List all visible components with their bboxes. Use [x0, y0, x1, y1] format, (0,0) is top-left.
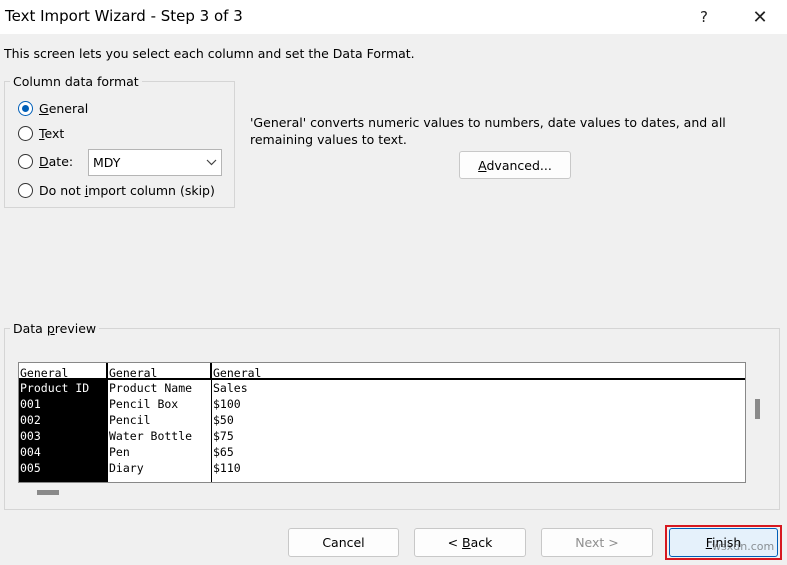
preview-column-2[interactable]: General Product Name Pencil Box Pencil W…	[107, 363, 211, 482]
advanced-button[interactable]: Advanced...	[459, 151, 571, 179]
preview-column-header[interactable]: General	[108, 363, 211, 380]
chevron-down-icon[interactable]	[201, 150, 221, 175]
wizard-description: This screen lets you select each column …	[4, 46, 415, 61]
preview-cell: $65	[213, 445, 234, 459]
data-preview-label: Data preview	[10, 321, 100, 336]
radio-date[interactable]: Date:	[18, 154, 73, 169]
watermark: wsxdn.com	[712, 540, 775, 553]
vertical-scrollbar-thumb[interactable]	[755, 399, 760, 419]
radio-date-indicator[interactable]	[18, 154, 33, 169]
preview-cell: Product ID	[20, 381, 90, 395]
preview-cell: $50	[213, 413, 234, 427]
preview-cell: Water Bottle	[109, 429, 193, 443]
data-preview-table[interactable]: General Product ID 001 002 003 004 005 G…	[18, 362, 746, 483]
preview-cell: Pen	[109, 445, 130, 459]
preview-cell: $110	[213, 461, 241, 475]
preview-cell: 001	[20, 397, 41, 411]
cancel-button[interactable]: Cancel	[288, 528, 399, 557]
radio-general[interactable]: General	[18, 101, 88, 116]
title-bar: Text Import Wizard - Step 3 of 3 ? ✕	[0, 0, 787, 34]
radio-text[interactable]: Text	[18, 126, 64, 141]
radio-text-indicator[interactable]	[18, 126, 33, 141]
radio-skip[interactable]: Do not import column (skip)	[18, 183, 215, 198]
next-button[interactable]: Next >	[541, 528, 653, 557]
column-format-label: Column data format	[10, 74, 142, 89]
date-format-value: MDY	[93, 155, 121, 170]
format-info-text: 'General' converts numeric values to num…	[250, 115, 726, 147]
next-button-label: Next >	[575, 535, 619, 550]
horizontal-scrollbar-thumb[interactable]	[37, 490, 59, 495]
radio-general-indicator[interactable]	[18, 101, 33, 116]
preview-cell: Diary	[109, 461, 144, 475]
preview-cell: $75	[213, 429, 234, 443]
cancel-button-label: Cancel	[322, 535, 365, 550]
close-button[interactable]: ✕	[736, 0, 784, 34]
help-button[interactable]: ?	[680, 0, 728, 34]
preview-cell: $100	[213, 397, 241, 411]
preview-column-header[interactable]: General	[19, 363, 107, 380]
preview-column-3[interactable]: General Sales $100 $50 $75 $65 $110	[211, 363, 745, 482]
close-icon: ✕	[752, 6, 768, 28]
date-format-select[interactable]: MDY	[88, 149, 222, 176]
preview-cell: Pencil Box	[109, 397, 179, 411]
radio-date-label: Date:	[39, 154, 74, 169]
radio-general-label: General	[39, 101, 89, 116]
radio-skip-indicator[interactable]	[18, 183, 33, 198]
radio-skip-label: Do not import column (skip)	[39, 183, 215, 198]
preview-cell: Sales	[213, 381, 248, 395]
preview-cell: Product Name	[109, 381, 193, 395]
preview-column-1[interactable]: General Product ID 001 002 003 004 005	[19, 363, 107, 482]
radio-text-label: Text	[39, 126, 65, 141]
preview-cell: Pencil	[109, 413, 151, 427]
preview-cell: 003	[20, 429, 41, 443]
advanced-button-label: Advanced...	[478, 157, 552, 173]
back-button[interactable]: < Back	[414, 528, 526, 557]
back-button-label: < Back	[447, 535, 493, 550]
preview-cell: 002	[20, 413, 41, 427]
preview-cell: 005	[20, 461, 41, 475]
preview-column-header[interactable]: General	[212, 363, 745, 380]
window-title: Text Import Wizard - Step 3 of 3	[5, 7, 243, 25]
preview-cell: 004	[20, 445, 41, 459]
help-icon: ?	[700, 8, 708, 26]
